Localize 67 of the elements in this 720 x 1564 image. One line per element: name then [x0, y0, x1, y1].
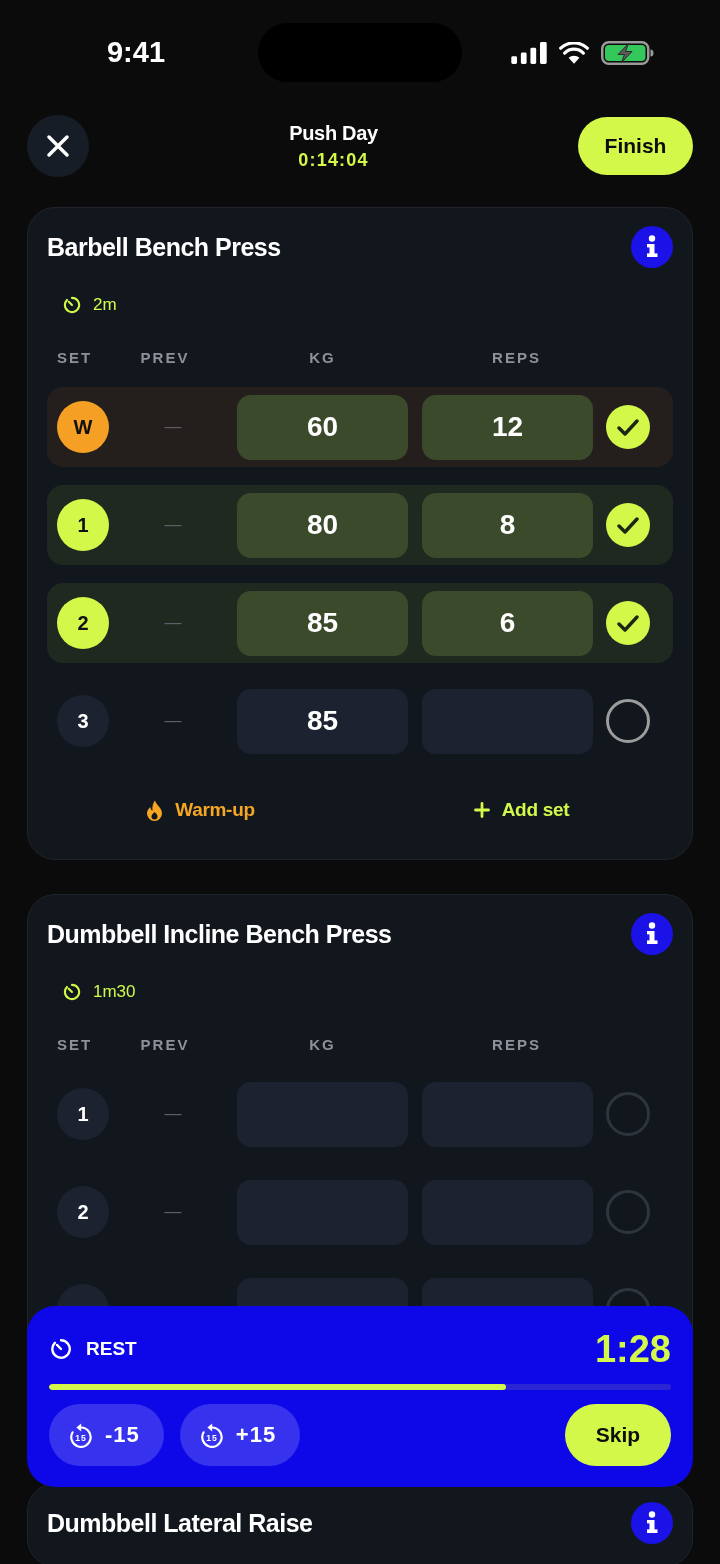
- wifi-icon: [558, 41, 589, 64]
- info-icon: [631, 1502, 673, 1544]
- rest-duration[interactable]: 2m: [93, 295, 117, 315]
- plus-icon: [473, 802, 490, 818]
- battery-charging-icon: [600, 40, 654, 65]
- column-header: PREV: [139, 350, 191, 366]
- workout-title: Push Day: [289, 121, 378, 145]
- finish-button[interactable]: Finish: [578, 117, 693, 175]
- close-icon: [47, 135, 69, 157]
- column-header: REPS: [491, 1037, 542, 1053]
- set-number[interactable]: 1: [57, 499, 109, 551]
- set-complete-checkbox[interactable]: [606, 503, 650, 547]
- add-set-button[interactable]: Add set: [473, 789, 570, 831]
- column-header: KG: [308, 1037, 337, 1053]
- timer-icon: [63, 296, 81, 314]
- info-icon: [631, 226, 673, 268]
- previous-value: —: [164, 613, 182, 633]
- set-number[interactable]: 1: [57, 1088, 109, 1140]
- set-complete-checkbox[interactable]: [606, 1092, 650, 1136]
- column-header: REPS: [491, 350, 542, 366]
- signal-icon: [510, 41, 547, 64]
- exercise-name[interactable]: Dumbbell Incline Bench Press: [47, 919, 392, 949]
- info-icon: [631, 913, 673, 955]
- weight-field[interactable]: 60: [237, 394, 408, 460]
- rest-duration[interactable]: 1m30: [93, 982, 136, 1002]
- info-button[interactable]: [631, 226, 673, 268]
- set-complete-checkbox[interactable]: [606, 1190, 650, 1234]
- warm-up-button[interactable]: Warm-up: [146, 789, 255, 831]
- status-time: 9:41: [106, 35, 165, 70]
- skip-button[interactable]: Skip: [565, 1404, 671, 1466]
- set-number[interactable]: W: [57, 401, 109, 453]
- adjust-time-button[interactable]: 15 -15: [49, 1404, 164, 1466]
- check-icon: [617, 418, 639, 436]
- weight-field[interactable]: 85: [237, 688, 408, 754]
- exercise-name[interactable]: Dumbbell Lateral Raise: [47, 1508, 313, 1538]
- exercise-name[interactable]: Barbell Bench Press: [47, 232, 281, 262]
- column-header: SET: [57, 350, 94, 366]
- reps-field[interactable]: 6: [422, 590, 593, 656]
- set-complete-checkbox[interactable]: [606, 405, 650, 449]
- adjust-time-button[interactable]: 15 +15: [179, 1404, 301, 1466]
- column-header: PREV: [139, 1037, 191, 1053]
- previous-value: —: [164, 1202, 182, 1222]
- previous-value: —: [164, 417, 182, 437]
- flame-icon: [146, 799, 164, 821]
- set-number[interactable]: 2: [57, 597, 109, 649]
- reps-field[interactable]: 8: [422, 492, 593, 558]
- set-number[interactable]: 2: [57, 1186, 109, 1238]
- rest-label: REST: [86, 1338, 137, 1360]
- set-number[interactable]: 3: [57, 695, 109, 747]
- timer-icon: [63, 983, 81, 1001]
- previous-value: —: [164, 515, 182, 535]
- column-header: SET: [57, 1037, 94, 1053]
- set-complete-checkbox[interactable]: [606, 699, 650, 743]
- previous-value: —: [164, 1104, 182, 1124]
- weight-field[interactable]: 80: [237, 492, 408, 558]
- set-complete-checkbox[interactable]: [606, 601, 650, 645]
- rest-remaining-time: 1:28: [594, 1329, 671, 1369]
- reps-field[interactable]: 12: [422, 394, 593, 460]
- previous-value: —: [164, 711, 182, 731]
- column-header: KG: [308, 350, 337, 366]
- info-button[interactable]: [631, 913, 673, 955]
- weight-field[interactable]: 85: [237, 590, 408, 656]
- check-icon: [617, 516, 639, 534]
- info-button[interactable]: [631, 1502, 673, 1544]
- elapsed-time: 0:14:04: [298, 149, 369, 171]
- check-icon: [617, 614, 639, 632]
- timer-icon: [50, 1338, 72, 1360]
